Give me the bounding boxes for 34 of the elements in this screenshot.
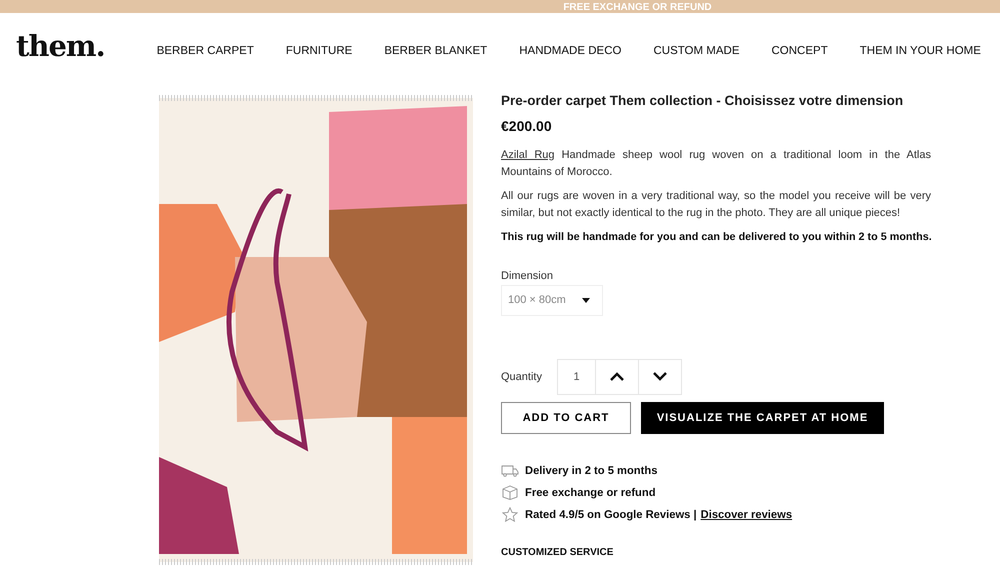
- decrease-button[interactable]: [638, 358, 682, 394]
- visualize-button[interactable]: VISUALIZE THE CARPET AT HOME: [641, 402, 884, 434]
- chevron-down-icon: [653, 372, 667, 381]
- quantity-label: Quantity: [501, 370, 543, 382]
- product-title: Pre-order carpet Them collection - Choisissez votre dimension: [501, 93, 904, 108]
- star-icon: [501, 507, 519, 522]
- logo[interactable]: them.: [16, 28, 105, 62]
- nav-link[interactable]: BERBER BLANKET: [384, 44, 488, 56]
- nav-link[interactable]: FURNITURE: [286, 44, 352, 56]
- nav-link[interactable]: BERBER CARPET: [156, 44, 254, 56]
- quantity-field[interactable]: 1: [557, 358, 596, 394]
- feature-text: Free exchange or refund: [525, 486, 656, 498]
- dimension-select[interactable]: 100 × 80cm: [501, 284, 603, 316]
- box-icon: [501, 485, 519, 500]
- add-to-cart-button[interactable]: ADD TO CART: [501, 402, 631, 434]
- reviews-link[interactable]: Discover reviews: [700, 508, 792, 520]
- truck-icon: [501, 464, 519, 476]
- section-heading: CUSTOMIZED SERVICE: [501, 546, 614, 558]
- banner-text: FREE EXCHANGE OR REFUND: [563, 2, 712, 13]
- nav-link[interactable]: HANDMADE DECO: [519, 44, 622, 56]
- nav-link[interactable]: CONCEPT: [772, 44, 828, 56]
- product-description: Azilal Rug Handmade sheep wool rug woven on a traditional loom in the Atlas Mountains of Morocco.: [501, 148, 931, 180]
- caret-icon: [582, 298, 590, 302]
- dimension-label: Dimension: [501, 270, 554, 282]
- increase-button[interactable]: [595, 358, 639, 394]
- nav-link[interactable]: THEM IN YOUR HOME: [860, 44, 981, 56]
- product-link[interactable]: Azilal Rug: [501, 149, 555, 161]
- product-note: All our rugs are woven in a very traditional way, so the model you receive will be very similar, but not exactly identical to the rug in the photo. They are all unique pieces!: [501, 189, 931, 220]
- feature-text: Rated 4.9/5 on Google Reviews |: [525, 508, 697, 520]
- nav-link[interactable]: CUSTOM MADE: [653, 44, 740, 56]
- delivery-notice: This rug will be handmade for you and can be delivered to you within 2 to 5 months.: [501, 230, 931, 245]
- product-price: €200.00: [501, 118, 553, 134]
- feature-text: Delivery in 2 to 5 months: [525, 464, 658, 476]
- chevron-up-icon: [610, 372, 624, 381]
